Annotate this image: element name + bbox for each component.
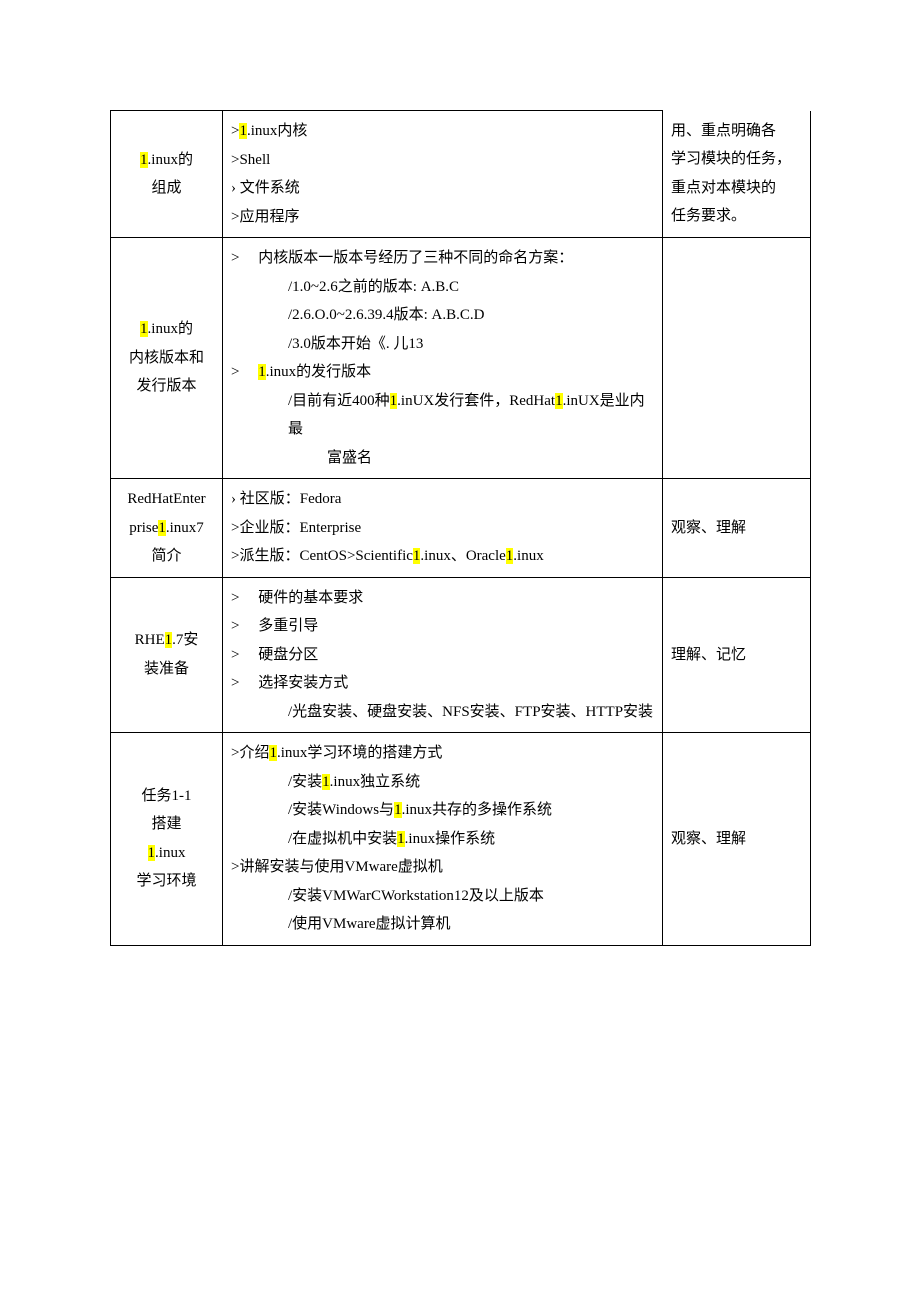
table-row: 1.inux的内核版本和发行版本> 内核版本一版本号经历了三种不同的命名方案：/… xyxy=(111,238,811,479)
topic-notes: 观察、理解 xyxy=(663,733,811,946)
topic-label: RHE1.7安装准备 xyxy=(111,577,223,733)
table-row: RedHatEnterprise1.inux7简介› 社区版：Fedora>企业… xyxy=(111,479,811,578)
topic-label: 1.inux的组成 xyxy=(111,111,223,238)
topic-content: › 社区版：Fedora>企业版：Enterprise>派生版：CentOS>S… xyxy=(223,479,663,578)
topic-notes: 用、重点明确各学习模块的任务，重点对本模块的任务要求。 xyxy=(663,111,811,238)
table-row: 1.inux的组成>1.inux内核>Shell› 文件系统>应用程序用、重点明… xyxy=(111,111,811,238)
topic-content: >1.inux内核>Shell› 文件系统>应用程序 xyxy=(223,111,663,238)
topic-label: RedHatEnterprise1.inux7简介 xyxy=(111,479,223,578)
topic-content: >介绍1.inux学习环境的搭建方式/安装1.inux独立系统/安装Window… xyxy=(223,733,663,946)
topic-label: 1.inux的内核版本和发行版本 xyxy=(111,238,223,479)
topic-notes: 理解、记忆 xyxy=(663,577,811,733)
topic-notes: 观察、理解 xyxy=(663,479,811,578)
table-row: RHE1.7安装准备> 硬件的基本要求> 多重引导> 硬盘分区> 选择安装方式/… xyxy=(111,577,811,733)
topic-notes xyxy=(663,238,811,479)
topic-content: > 硬件的基本要求> 多重引导> 硬盘分区> 选择安装方式/光盘安装、硬盘安装、… xyxy=(223,577,663,733)
topic-label: 任务1-1搭建1.inux学习环境 xyxy=(111,733,223,946)
table-row: 任务1-1搭建1.inux学习环境>介绍1.inux学习环境的搭建方式/安装1.… xyxy=(111,733,811,946)
topic-content: > 内核版本一版本号经历了三种不同的命名方案：/1.0~2.6之前的版本: A.… xyxy=(223,238,663,479)
syllabus-table: 1.inux的组成>1.inux内核>Shell› 文件系统>应用程序用、重点明… xyxy=(110,110,811,946)
